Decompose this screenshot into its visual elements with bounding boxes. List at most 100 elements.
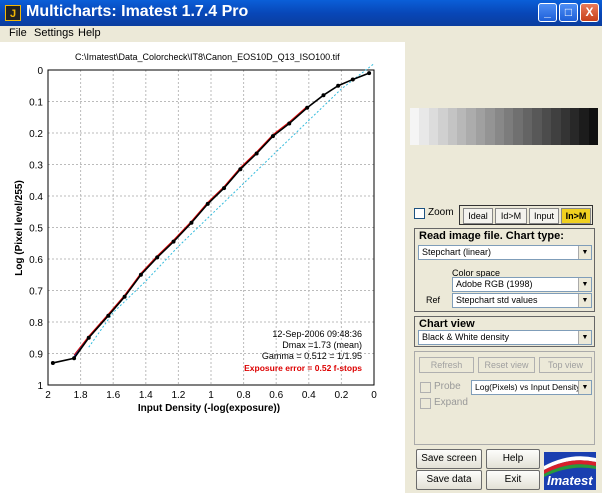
chevron-down-icon: ▼ <box>578 246 591 259</box>
y-tick-label: 0.9 <box>29 350 43 361</box>
imatest-logo: Imatest <box>544 452 596 490</box>
gray-patch <box>522 108 533 145</box>
gray-patch <box>513 108 523 145</box>
reset-view-button[interactable]: Reset view <box>478 357 535 373</box>
maximize-button[interactable]: □ <box>559 3 578 22</box>
data-point <box>106 313 111 318</box>
annotation-dmax: Dmax =1.73 (mean) <box>282 340 362 350</box>
exit-button[interactable]: Exit <box>486 470 540 490</box>
data-point <box>122 294 127 299</box>
data-point <box>86 335 91 340</box>
color-space-select[interactable]: Adobe RGB (1998) ▼ <box>452 277 592 292</box>
chart-view-heading: Chart view <box>419 318 475 330</box>
data-point <box>321 93 326 98</box>
gray-patch <box>475 108 486 145</box>
chevron-down-icon: ▼ <box>578 381 591 394</box>
ref-select[interactable]: Stepchart std values ▼ <box>452 293 592 308</box>
annotation-gamma: Gamma = 0.512 = 1/1.95 <box>262 351 362 361</box>
series-line <box>73 105 308 356</box>
stepchart-gray-patches <box>410 108 599 145</box>
data-point <box>50 360 55 365</box>
imatest-app-icon: J <box>5 5 21 21</box>
y-tick-label: 0.7 <box>29 287 43 298</box>
window-title: Multicharts: Imatest 1.7.4 Pro <box>26 3 249 20</box>
y-tick-label: 0.6 <box>29 255 43 266</box>
expand-label: Expand <box>434 397 468 408</box>
chevron-down-icon: ▼ <box>578 294 591 307</box>
gray-patch <box>569 108 580 145</box>
read-image-heading: Read image file. Chart type: <box>419 230 564 242</box>
color-space-value: Adobe RGB (1998) <box>456 279 533 289</box>
x-tick-label: 0.6 <box>269 390 283 401</box>
chart-view-value: Black & White density <box>422 332 510 342</box>
x-tick-label: 0 <box>371 390 377 401</box>
y-tick-label: 0.2 <box>29 129 43 140</box>
view-controls-panel: Refresh Reset view Top view Probe Log(Pi… <box>414 351 595 445</box>
logo-text: Imatest <box>547 473 593 488</box>
x-tick-label: 2 <box>45 390 51 401</box>
close-button[interactable]: X <box>580 3 599 22</box>
data-point <box>171 239 176 244</box>
mode-id-m-button[interactable]: Id>M <box>495 208 527 224</box>
mode-ideal-button[interactable]: Ideal <box>463 208 493 224</box>
x-axis-label: Input Density (-log(exposure)) <box>138 403 280 414</box>
title-bar: J Multicharts: Imatest 1.7.4 Pro _ □ X <box>0 0 602 26</box>
gray-patch <box>466 108 476 145</box>
gray-patch <box>532 108 542 145</box>
data-point <box>155 255 160 260</box>
data-point <box>189 220 194 225</box>
probe-checkbox[interactable] <box>420 382 431 393</box>
series-line <box>73 107 308 357</box>
probe-label: Probe <box>434 381 461 392</box>
gray-patch <box>579 108 589 145</box>
expand-checkbox[interactable] <box>420 398 431 409</box>
data-point <box>138 272 143 277</box>
read-image-panel: Read image file. Chart type: Stepchart (… <box>414 228 595 312</box>
data-point <box>336 83 341 88</box>
menu-settings[interactable]: Settings <box>34 27 74 39</box>
menu-bar: File Settings Help <box>0 26 602 42</box>
top-view-button[interactable]: Top view <box>539 357 592 373</box>
gray-patch <box>428 108 439 145</box>
x-tick-label: 0.8 <box>237 390 251 401</box>
mode-input-button[interactable]: Input <box>529 208 559 224</box>
gray-patch <box>419 108 429 145</box>
data-point <box>222 186 227 191</box>
mode-button-group: Ideal Id>M Input In>M <box>459 205 593 225</box>
data-point <box>350 77 355 82</box>
gray-patch <box>588 108 599 145</box>
x-tick-label: 1.4 <box>139 390 153 401</box>
x-tick-label: 1 <box>208 390 214 401</box>
menu-file[interactable]: File <box>9 27 27 39</box>
data-point <box>205 201 210 206</box>
save-data-button[interactable]: Save data <box>416 470 482 490</box>
gray-patch <box>410 108 420 145</box>
data-point <box>238 167 243 172</box>
chart-view-select[interactable]: Black & White density ▼ <box>418 330 592 345</box>
chevron-down-icon: ▼ <box>578 278 591 291</box>
x-tick-label: 0.2 <box>334 390 348 401</box>
save-screen-button[interactable]: Save screen <box>416 449 482 469</box>
y-tick-label: 0.8 <box>29 318 43 329</box>
y-tick-label: 0.1 <box>29 98 43 109</box>
y-tick-label: 0 <box>37 66 43 77</box>
series-line <box>73 107 308 357</box>
x-tick-label: 1.8 <box>74 390 88 401</box>
help-button[interactable]: Help <box>486 449 540 469</box>
gray-patch <box>541 108 552 145</box>
mode-in-m-button[interactable]: In>M <box>561 208 591 224</box>
menu-help[interactable]: Help <box>78 27 101 39</box>
chart-type-select[interactable]: Stepchart (linear) ▼ <box>418 245 592 260</box>
series-line <box>88 63 375 348</box>
data-point <box>305 105 310 110</box>
zoom-checkbox[interactable] <box>414 208 425 219</box>
gray-patch <box>504 108 514 145</box>
gray-patch <box>494 108 505 145</box>
probe-select[interactable]: Log(Pixels) vs Input Density ▼ <box>471 380 592 395</box>
data-point <box>287 121 292 126</box>
refresh-button[interactable]: Refresh <box>419 357 474 373</box>
ref-value: Stepchart std values <box>456 295 538 305</box>
y-axis-label: Log (Pixel level/255) <box>14 180 25 276</box>
minimize-button[interactable]: _ <box>538 3 557 22</box>
gray-patch <box>551 108 561 145</box>
